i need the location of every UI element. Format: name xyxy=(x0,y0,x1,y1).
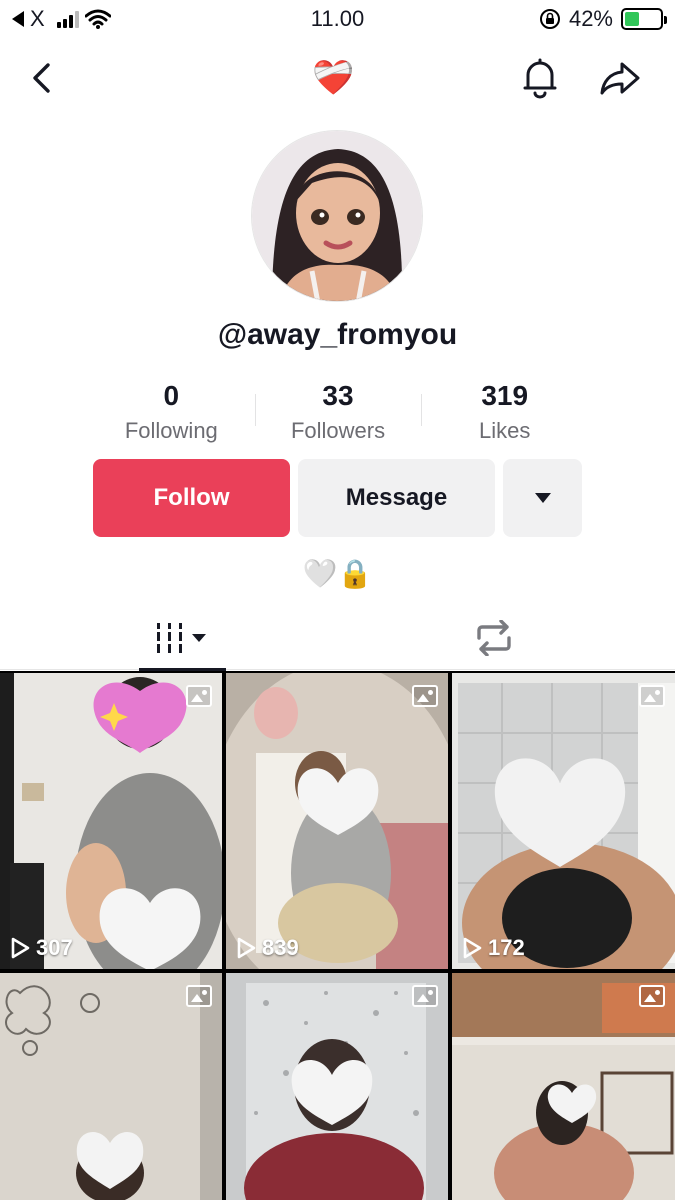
following-label: Following xyxy=(124,418,218,443)
profile-stats: 0 Following 33 Followers 319 Likes xyxy=(88,378,588,448)
post-image xyxy=(226,973,448,1200)
view-count: 307 xyxy=(10,935,73,961)
content-tabs xyxy=(0,606,675,671)
following-count: 0 xyxy=(163,380,180,411)
play-icon xyxy=(237,937,256,959)
follow-button[interactable]: Follow xyxy=(93,459,290,537)
avatar[interactable] xyxy=(251,130,423,302)
view-count-label: 307 xyxy=(36,935,73,960)
post-thumbnail[interactable]: 307 xyxy=(0,673,222,969)
message-button[interactable]: Message xyxy=(298,459,495,537)
photo-post-icon xyxy=(412,685,438,707)
bell-icon xyxy=(523,58,557,99)
stat-likes[interactable]: 319 Likes xyxy=(421,378,588,448)
battery-percentage: 42% xyxy=(568,6,613,31)
notifications-button[interactable] xyxy=(512,50,568,106)
share-button[interactable] xyxy=(592,50,648,106)
status-bar: X 11.00 42% xyxy=(0,0,675,40)
photo-post-icon xyxy=(412,985,438,1007)
repost-icon xyxy=(476,620,511,656)
view-count: 839 xyxy=(236,935,299,961)
profile-bio: 🤍🔒 xyxy=(302,558,373,589)
stat-following[interactable]: 0 Following xyxy=(88,378,255,448)
post-thumbnail[interactable] xyxy=(0,973,222,1200)
play-icon xyxy=(11,937,30,959)
followers-label: Followers xyxy=(290,418,386,443)
avatar-image xyxy=(252,131,422,301)
battery-icon xyxy=(621,8,667,30)
followers-count: 33 xyxy=(322,380,354,411)
status-right: 42% xyxy=(539,6,667,32)
share-arrow-icon xyxy=(600,62,640,95)
post-image xyxy=(0,673,222,969)
likes-label: Likes xyxy=(479,418,531,443)
more-options-button[interactable] xyxy=(503,459,582,537)
grid-bars-icon xyxy=(156,623,206,653)
top-nav: ❤️‍🩹 xyxy=(0,50,675,106)
post-image xyxy=(452,673,675,969)
likes-count: 319 xyxy=(481,380,529,411)
view-count-label: 172 xyxy=(488,935,525,960)
tab-videos[interactable] xyxy=(139,606,226,671)
profile-emoji: ❤️‍🩹 xyxy=(312,59,355,97)
battery-level xyxy=(625,12,640,26)
stat-followers[interactable]: 33 Followers xyxy=(254,378,422,448)
play-icon xyxy=(463,937,482,959)
username: @away_fromyou xyxy=(217,318,458,351)
caret-down-icon xyxy=(534,493,551,503)
post-thumbnail[interactable]: 839 xyxy=(226,673,448,969)
back-button[interactable] xyxy=(14,50,70,106)
photo-post-icon xyxy=(639,685,665,707)
post-thumbnail[interactable] xyxy=(226,973,448,1200)
tab-reposts[interactable] xyxy=(450,606,537,670)
post-image xyxy=(452,973,675,1200)
post-thumbnail[interactable]: 172 xyxy=(452,673,675,969)
chevron-left-icon xyxy=(33,63,50,93)
view-count: 172 xyxy=(462,935,525,961)
orientation-lock-icon xyxy=(539,9,560,29)
post-image xyxy=(0,973,222,1200)
photo-post-icon xyxy=(186,685,212,707)
post-thumbnail[interactable] xyxy=(452,973,675,1200)
photo-post-icon xyxy=(186,985,212,1007)
posts-grid: 307 839 172 xyxy=(0,671,675,1200)
view-count-label: 839 xyxy=(262,935,299,960)
post-image xyxy=(226,673,448,969)
photo-post-icon xyxy=(639,985,665,1007)
